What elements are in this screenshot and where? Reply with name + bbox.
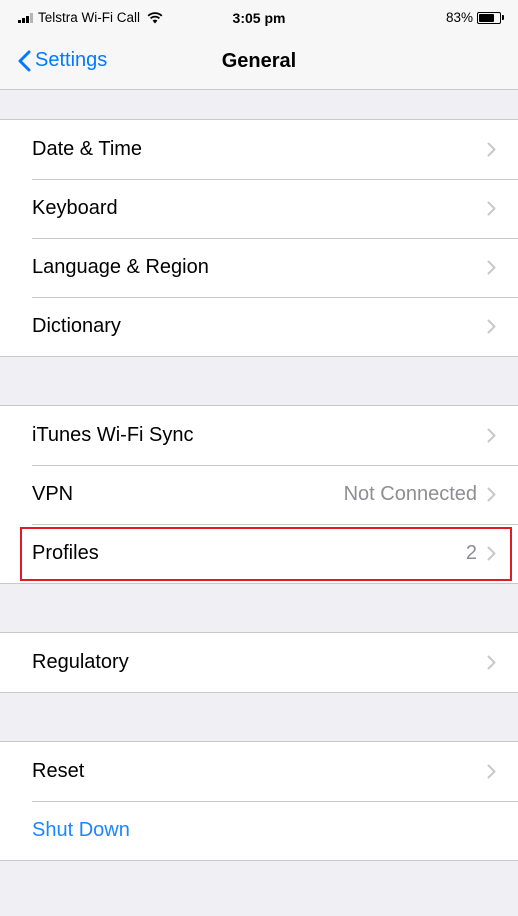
battery-fill bbox=[479, 13, 494, 22]
chevron-right-icon bbox=[487, 319, 496, 334]
battery-percentage: 83% bbox=[445, 10, 473, 25]
settings-row-label: Shut Down bbox=[32, 819, 130, 841]
settings-row-label: Profiles bbox=[32, 542, 99, 564]
settings-row-label: Regulatory bbox=[32, 651, 129, 673]
settings-row-value: Not Connected bbox=[343, 483, 477, 505]
chevron-right-icon bbox=[487, 201, 496, 216]
chevron-right-icon bbox=[487, 546, 496, 561]
settings-section: Regulatory bbox=[0, 632, 518, 693]
settings-section: Reset Shut Down bbox=[0, 741, 518, 861]
settings-row-language-region[interactable]: Language & Region bbox=[0, 238, 518, 297]
settings-row-value: 2 bbox=[465, 542, 477, 564]
status-time: 3:05 pm bbox=[232, 10, 286, 26]
settings-row-date-time[interactable]: Date & Time bbox=[0, 120, 518, 179]
battery-icon bbox=[477, 11, 501, 24]
battery-nub bbox=[502, 15, 504, 20]
chevron-right-icon bbox=[487, 655, 496, 670]
chevron-right-icon bbox=[487, 764, 496, 779]
settings-row-label: Keyboard bbox=[32, 197, 118, 219]
settings-row-reset[interactable]: Reset bbox=[0, 742, 518, 801]
settings-section: Date & Time Keyboard Language & Region Dict… bbox=[0, 119, 518, 357]
settings-row-vpn[interactable]: VPN Not Connected bbox=[0, 465, 518, 524]
settings-row-keyboard[interactable]: Keyboard bbox=[0, 179, 518, 238]
chevron-right-icon bbox=[487, 428, 496, 443]
chevron-right-icon bbox=[487, 487, 496, 502]
settings-row-shut-down[interactable]: Shut Down bbox=[0, 801, 518, 860]
settings-row-label: VPN bbox=[32, 483, 74, 505]
page-title: General bbox=[221, 50, 297, 72]
status-bar: Telstra Wi-Fi Call 3:05 pm 83% bbox=[0, 0, 518, 36]
settings-section: iTunes Wi-Fi Sync VPN Not Connected Profile… bbox=[0, 405, 518, 584]
settings-row-regulatory[interactable]: Regulatory bbox=[0, 633, 518, 692]
status-right: 83% bbox=[446, 10, 504, 25]
chevron-right-icon bbox=[487, 260, 496, 275]
settings-row-label: Dictionary bbox=[32, 315, 121, 337]
settings-row-label: Reset bbox=[32, 760, 85, 782]
settings-list: Date & Time Keyboard Language & Region Dict… bbox=[0, 90, 518, 861]
chevron-right-icon bbox=[487, 142, 496, 157]
settings-row-profiles[interactable]: Profiles 2 bbox=[0, 524, 518, 583]
settings-row-itunes-wi-fi-sync[interactable]: iTunes Wi-Fi Sync bbox=[0, 406, 518, 465]
settings-row-label: Date & Time bbox=[32, 138, 143, 160]
settings-row-dictionary[interactable]: Dictionary bbox=[0, 297, 518, 356]
settings-row-label: Language & Region bbox=[32, 256, 209, 278]
navigation-bar: Settings General bbox=[0, 36, 518, 90]
settings-row-label: iTunes Wi-Fi Sync bbox=[32, 424, 194, 446]
